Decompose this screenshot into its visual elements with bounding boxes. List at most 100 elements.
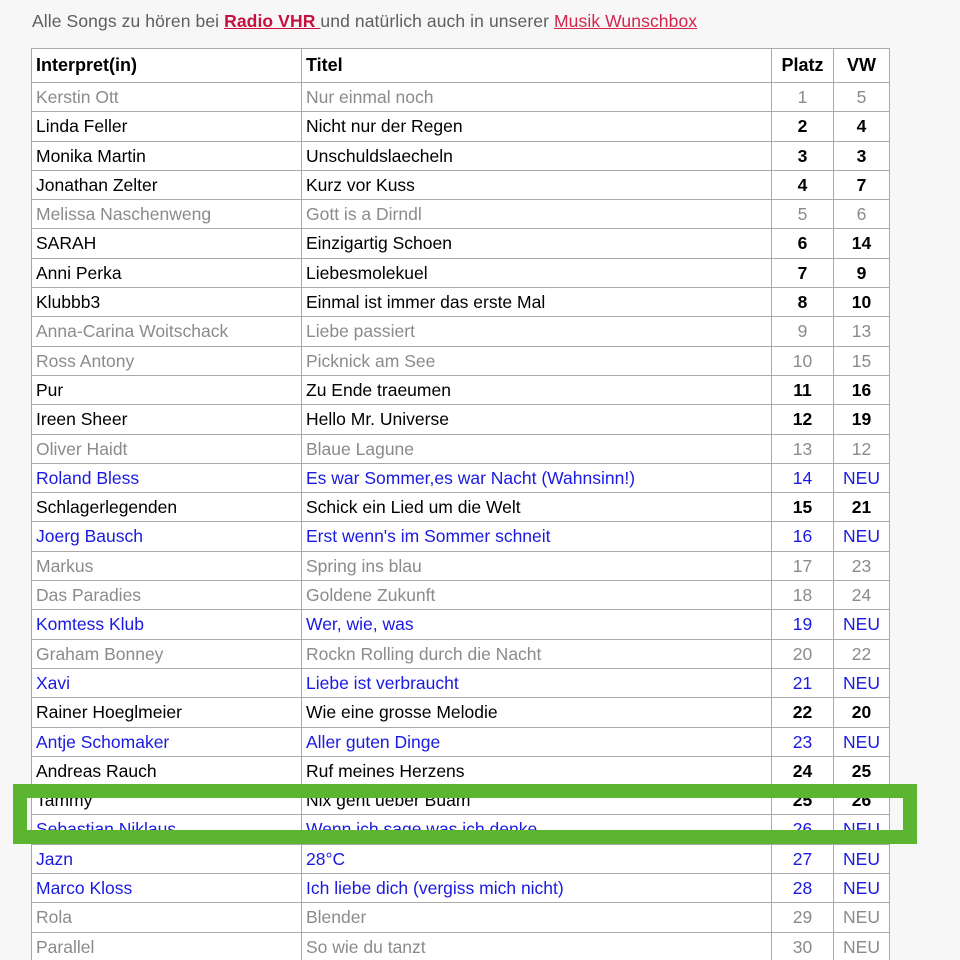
table-row[interactable]: Rola Blender 29 NEU: [31, 902, 890, 933]
table-row[interactable]: Das Paradies Goldene Zukunft 18 24: [31, 580, 890, 611]
cell-artist: Roland Bless: [31, 462, 302, 494]
cell-vw: NEU: [833, 814, 890, 845]
table-row[interactable]: Graham Bonney Rockn Rolling durch die Nac…: [31, 638, 890, 669]
cell-platz: 30: [771, 931, 834, 960]
cell-artist: Ireen Sheer: [31, 404, 302, 435]
cell-vw: 3: [833, 140, 890, 171]
cell-platz: 12: [771, 404, 834, 435]
table-row[interactable]: Roland Bless Es war Sommer,es war Nacht (…: [31, 462, 890, 494]
cell-title: Liebe ist verbraucht: [301, 667, 772, 699]
cell-vw: 24: [833, 580, 890, 611]
table-row[interactable]: Komtess Klub Wer, wie, was 19 NEU: [31, 609, 890, 640]
table-row[interactable]: Klubbb3 Einmal ist immer das erste Mal 8 10: [31, 287, 890, 318]
cell-artist: Linda Feller: [31, 111, 302, 142]
table-row[interactable]: Parallel So wie du tanzt 30 NEU: [31, 931, 890, 960]
column-header-title: Titel: [301, 48, 772, 83]
cell-platz: 8: [771, 287, 834, 318]
cell-platz: 6: [771, 228, 834, 259]
cell-platz: 24: [771, 755, 834, 787]
cell-artist: SARAH: [31, 228, 302, 259]
cell-artist: Pur: [31, 374, 302, 406]
cell-artist: Melissa Naschenweng: [31, 199, 302, 230]
table-row[interactable]: Pur Zu Ende traeumen 11 16: [31, 374, 890, 406]
cell-title: Blaue Lagune: [301, 433, 772, 464]
table-row[interactable]: Schlagerlegenden Schick ein Lied um die W…: [31, 492, 890, 523]
cell-vw: NEU: [833, 609, 890, 640]
table-row[interactable]: Kerstin Ott Nur einmal noch 1 5: [31, 81, 890, 113]
cell-artist: Klubbb3: [31, 287, 302, 318]
cell-vw: 4: [833, 111, 890, 142]
table-row[interactable]: Jonathan Zelter Kurz vor Kuss 4 7: [31, 169, 890, 201]
cell-title: Goldene Zukunft: [301, 580, 772, 611]
cell-vw: NEU: [833, 843, 890, 875]
table-row[interactable]: Monika Martin Unschuldslaecheln 3 3: [31, 140, 890, 171]
table-row[interactable]: Xavi Liebe ist verbraucht 21 NEU: [31, 667, 890, 699]
cell-vw: NEU: [833, 873, 890, 904]
table-row[interactable]: Marco Kloss Ich liebe dich (vergiss mich …: [31, 873, 890, 904]
table-row[interactable]: Joerg Bausch Erst wenn's im Sommer schnei…: [31, 521, 890, 552]
cell-artist: Tammy: [31, 785, 302, 816]
cell-vw: NEU: [833, 726, 890, 757]
cell-artist: Andreas Rauch: [31, 755, 302, 787]
table-header-row: Interpret(in) Titel Platz VW: [31, 48, 890, 83]
table-row[interactable]: Tammy Nix geht ueber Buam 25 26: [31, 785, 890, 816]
table-row[interactable]: Antje Schomaker Aller guten Dinge 23 NEU: [31, 726, 890, 757]
radio-vhr-link[interactable]: Radio VHR: [224, 11, 320, 31]
cell-platz: 4: [771, 169, 834, 201]
cell-vw: 19: [833, 404, 890, 435]
table-row[interactable]: Sebastian Niklaus Wenn ich sage was ich d…: [31, 814, 890, 845]
cell-vw: 14: [833, 228, 890, 259]
cell-vw: 25: [833, 755, 890, 787]
cell-vw: 23: [833, 550, 890, 582]
cell-platz: 19: [771, 609, 834, 640]
table-row[interactable]: Anna-Carina Woitschack Liebe passiert 9 13: [31, 316, 890, 347]
cell-artist: Rola: [31, 902, 302, 933]
column-header-vw: VW: [833, 48, 890, 83]
cell-title: Einzigartig Schoen: [301, 228, 772, 259]
cell-artist: Anna-Carina Woitschack: [31, 316, 302, 347]
table-row[interactable]: Anni Perka Liebesmolekuel 7 9: [31, 257, 890, 289]
table-row[interactable]: Linda Feller Nicht nur der Regen 2 4: [31, 111, 890, 142]
table-row[interactable]: Melissa Naschenweng Gott is a Dirndl 5 6: [31, 199, 890, 230]
table-row[interactable]: Ross Antony Picknick am See 10 15: [31, 345, 890, 376]
table-row[interactable]: Andreas Rauch Ruf meines Herzens 24 25: [31, 755, 890, 787]
cell-title: Kurz vor Kuss: [301, 169, 772, 201]
cell-vw: 16: [833, 374, 890, 406]
cell-title: Ich liebe dich (vergiss mich nicht): [301, 873, 772, 904]
cell-vw: 20: [833, 697, 890, 728]
cell-platz: 21: [771, 667, 834, 699]
chart-table-wrapper: Interpret(in) Titel Platz VW Kerstin Ott…: [31, 48, 890, 960]
cell-vw: 7: [833, 169, 890, 201]
cell-title: So wie du tanzt: [301, 931, 772, 960]
cell-platz: 28: [771, 873, 834, 904]
table-row[interactable]: Oliver Haidt Blaue Lagune 13 12: [31, 433, 890, 464]
cell-title: Ruf meines Herzens: [301, 755, 772, 787]
table-row[interactable]: Markus Spring ins blau 17 23: [31, 550, 890, 582]
table-row[interactable]: Rainer Hoeglmeier Wie eine grosse Melodie…: [31, 697, 890, 728]
cell-artist: Graham Bonney: [31, 638, 302, 669]
cell-platz: 27: [771, 843, 834, 875]
cell-vw: NEU: [833, 521, 890, 552]
cell-platz: 3: [771, 140, 834, 171]
cell-artist: Das Paradies: [31, 580, 302, 611]
cell-title: Schick ein Lied um die Welt: [301, 492, 772, 523]
cell-artist: Ross Antony: [31, 345, 302, 376]
table-row[interactable]: SARAH Einzigartig Schoen 6 14: [31, 228, 890, 259]
cell-title: Liebe passiert: [301, 316, 772, 347]
table-row[interactable]: Jazn 28°C 27 NEU: [31, 843, 890, 875]
cell-platz: 13: [771, 433, 834, 464]
musik-wunschbox-link[interactable]: Musik Wunschbox: [554, 11, 697, 31]
cell-artist: Xavi: [31, 667, 302, 699]
table-row[interactable]: Ireen Sheer Hello Mr. Universe 12 19: [31, 404, 890, 435]
cell-platz: 2: [771, 111, 834, 142]
cell-platz: 23: [771, 726, 834, 757]
cell-artist: Monika Martin: [31, 140, 302, 171]
cell-vw: 15: [833, 345, 890, 376]
cell-platz: 16: [771, 521, 834, 552]
intro-text-part1: Alle Songs zu hören bei: [32, 11, 225, 31]
cell-artist: Oliver Haidt: [31, 433, 302, 464]
cell-title: Wer, wie, was: [301, 609, 772, 640]
cell-platz: 1: [771, 81, 834, 113]
cell-title: Es war Sommer,es war Nacht (Wahnsinn!): [301, 462, 772, 494]
column-header-platz: Platz: [771, 48, 834, 83]
